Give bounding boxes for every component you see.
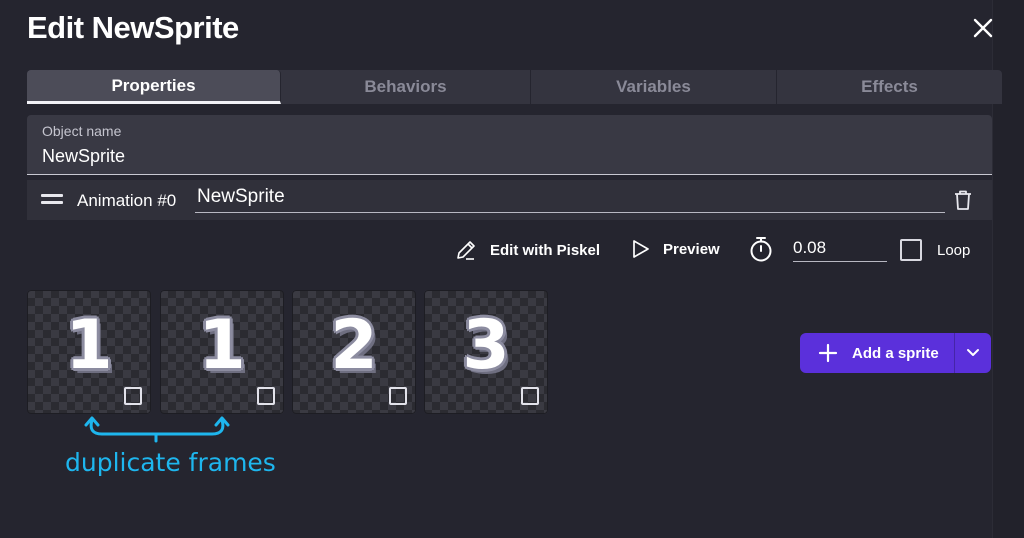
frame-image: 3 (462, 306, 510, 385)
sprite-frame[interactable]: 3 (424, 290, 548, 414)
loop-checkbox[interactable] (900, 239, 922, 261)
object-name-input[interactable]: NewSprite (42, 146, 125, 167)
frame-checkbox[interactable] (389, 387, 407, 405)
tab-behaviors[interactable]: Behaviors (281, 70, 531, 104)
sprite-frame[interactable]: 2 (292, 290, 416, 414)
frame-image: 1 (65, 306, 113, 385)
play-icon (633, 240, 649, 258)
annotation-label: duplicate frames (65, 448, 276, 477)
animation-name-input[interactable]: NewSprite (195, 186, 945, 213)
sprite-frame[interactable]: 1 (27, 290, 151, 414)
preview-button[interactable]: Preview (631, 238, 720, 260)
close-icon[interactable] (970, 15, 996, 41)
add-sprite-menu-button[interactable] (955, 333, 991, 373)
tab-variables[interactable]: Variables (531, 70, 777, 104)
chevron-down-icon (967, 349, 979, 356)
pencil-icon (457, 241, 475, 260)
stopwatch-icon (750, 237, 772, 262)
edit-with-piskel-label: Edit with Piskel (490, 241, 601, 259)
frame-image: 2 (330, 306, 378, 385)
plus-icon (818, 343, 838, 363)
frame-time-input[interactable]: 0.08 (793, 236, 887, 262)
edit-with-piskel-button[interactable]: Edit with Piskel (454, 238, 600, 262)
annotation-bracket-arrows (84, 416, 230, 443)
animation-row: Animation #0 NewSprite (27, 180, 992, 220)
tab-effects[interactable]: Effects (777, 70, 1002, 104)
tab-bar: Properties Behaviors Variables Effects (27, 70, 1002, 104)
object-name-label: Object name (42, 123, 122, 139)
drag-handle-icon[interactable] (41, 194, 63, 206)
sprite-frame[interactable]: 1 (160, 290, 284, 414)
frame-checkbox[interactable] (521, 387, 539, 405)
tab-properties[interactable]: Properties (27, 70, 281, 104)
edit-object-dialog: Edit NewSprite Properties Behaviors Vari… (0, 0, 1024, 538)
frame-checkbox[interactable] (124, 387, 142, 405)
loop-label: Loop (937, 242, 971, 259)
add-sprite-button[interactable]: Add a sprite (800, 333, 954, 373)
trash-icon[interactable] (953, 189, 973, 211)
add-sprite-label: Add a sprite (852, 344, 939, 362)
object-name-field[interactable]: Object name NewSprite (27, 115, 992, 175)
frame-checkbox[interactable] (257, 387, 275, 405)
animation-label: Animation #0 (77, 191, 177, 210)
dialog-title: Edit NewSprite (27, 10, 239, 45)
preview-label: Preview (663, 240, 720, 258)
add-sprite-split-button: Add a sprite (800, 333, 991, 373)
frame-image: 1 (198, 306, 246, 385)
